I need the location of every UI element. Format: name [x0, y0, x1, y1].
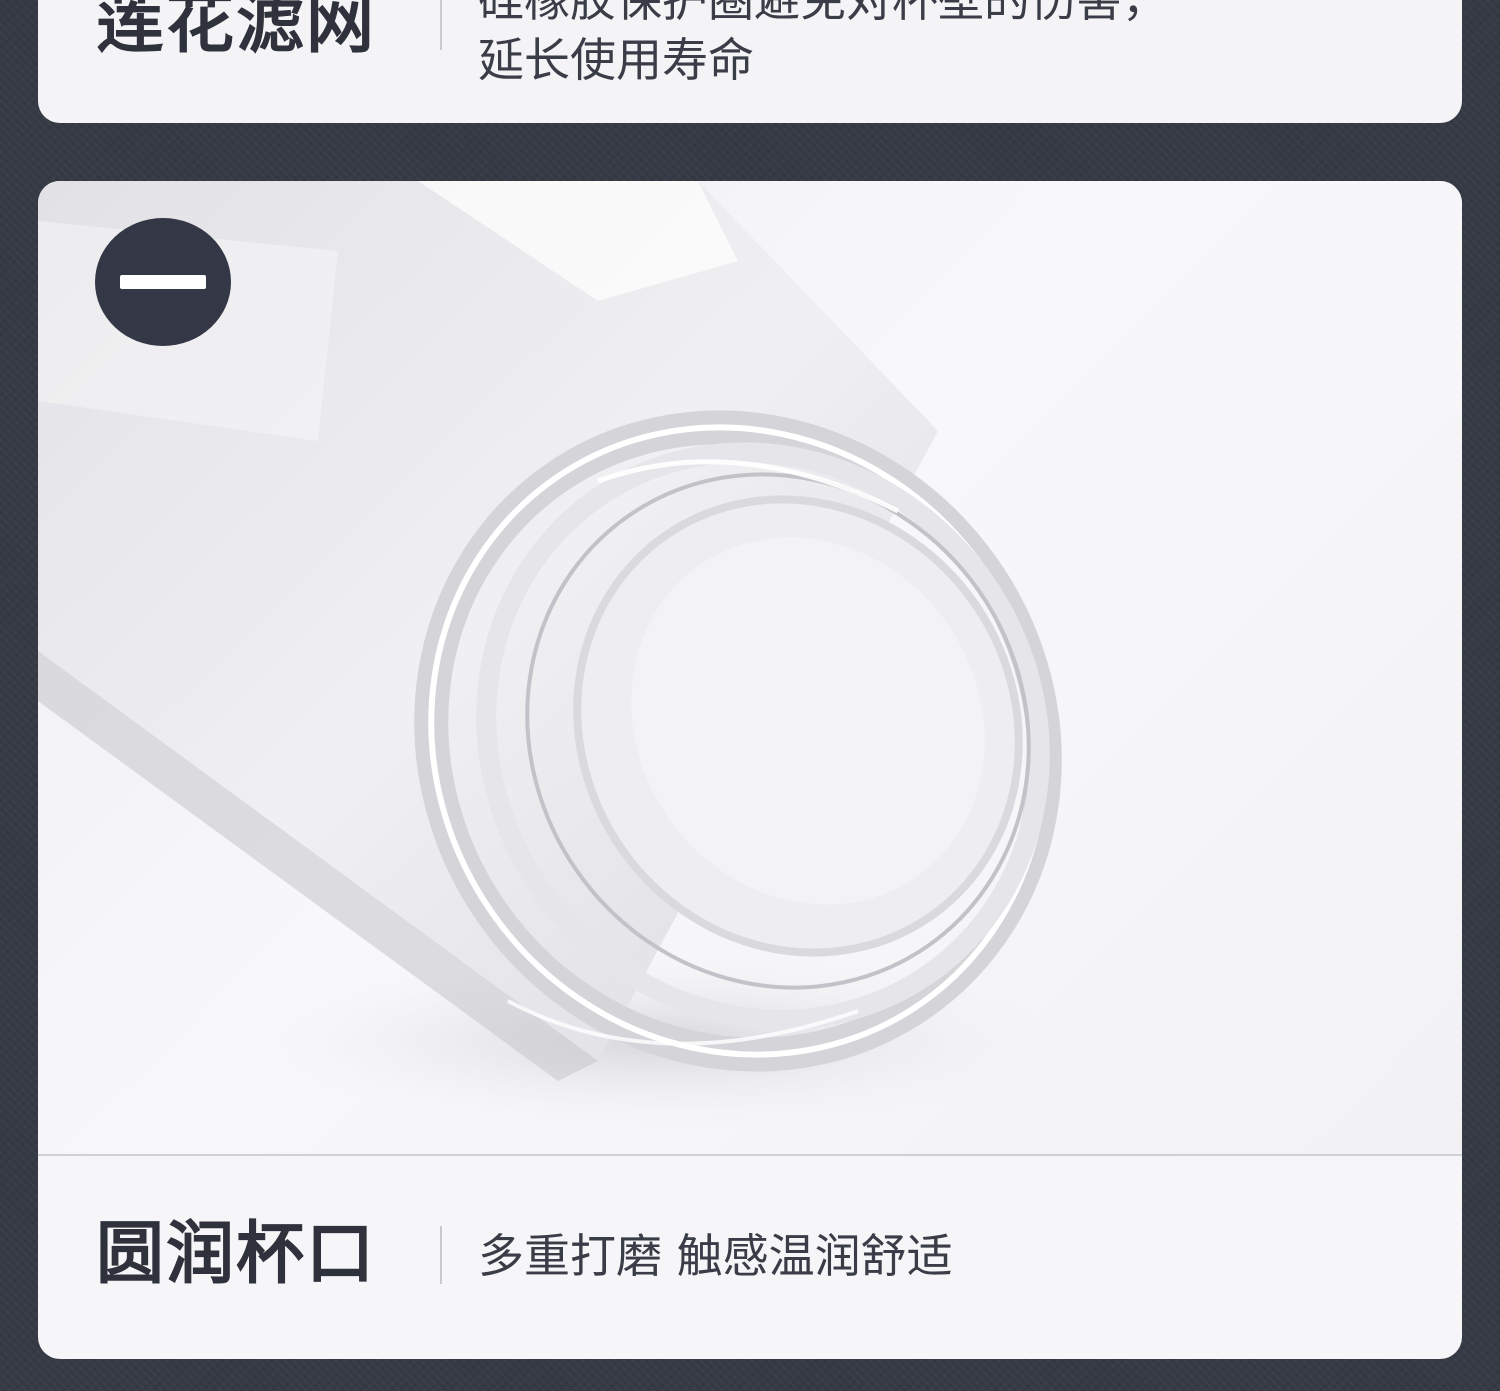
feature-description: 硅橡胶保护圈避免对杯壁的伤害， 延长使用寿命: [478, 0, 1168, 90]
feature-title: 圆润杯口: [96, 1215, 377, 1294]
description-line: 硅橡胶保护圈避免对杯壁的伤害，: [478, 0, 1168, 27]
feature-description: 多重打磨 触感温润舒适: [478, 1229, 953, 1283]
vertical-divider: [440, 1226, 442, 1284]
description-line: 延长使用寿命: [478, 33, 754, 87]
glass-bottle-illustration: [38, 181, 1078, 1131]
minus-icon: [120, 275, 206, 289]
feature-title: 莲花滤网: [96, 0, 377, 63]
vertical-divider: [440, 0, 442, 50]
feature-card-rim: 圆润杯口 多重打磨 触感温润舒适: [38, 181, 1462, 1359]
glass-bottle-photo: [38, 181, 1462, 1154]
minus-badge: [95, 218, 231, 346]
feature-card-filter: 莲花滤网 硅橡胶保护圈避免对杯壁的伤害， 延长使用寿命: [38, 0, 1462, 123]
horizontal-divider: [38, 1154, 1462, 1156]
